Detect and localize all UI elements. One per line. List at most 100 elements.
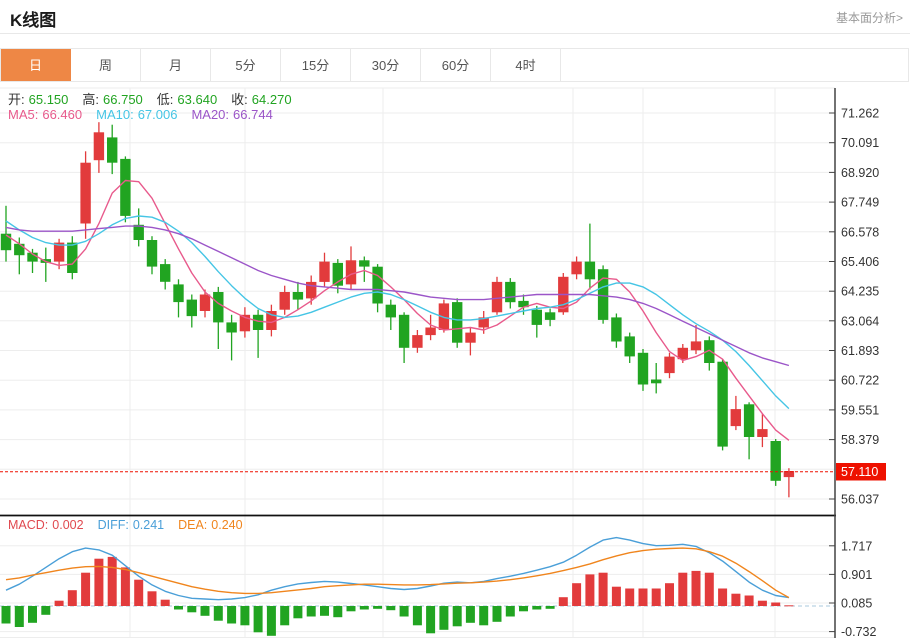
candle <box>571 262 581 275</box>
macd-bar <box>280 606 289 625</box>
macd-bar <box>731 594 740 606</box>
macd-bar <box>692 571 701 606</box>
macd-bar <box>254 606 263 632</box>
price-axis-label: 61.893 <box>841 344 879 358</box>
close-value: 64.270 <box>252 92 292 107</box>
dea-value: 0.240 <box>211 518 242 532</box>
macd-bar <box>386 606 395 610</box>
candle <box>425 328 435 336</box>
candle <box>399 315 409 348</box>
candle <box>94 132 104 160</box>
macd-bar <box>639 589 648 607</box>
candle <box>173 284 183 302</box>
macd-bar <box>665 583 674 606</box>
macd-bar <box>201 606 210 616</box>
macd-bar <box>134 580 143 606</box>
macd-bar <box>625 589 634 607</box>
ma20-line <box>6 226 789 365</box>
kline-page: 71.26270.09168.92067.74966.57865.40664.2… <box>0 0 910 641</box>
macd-bar <box>214 606 223 621</box>
candle <box>625 336 635 356</box>
ma20-label: MA20: <box>191 107 229 122</box>
macd-bar <box>546 606 555 609</box>
candle <box>585 262 595 280</box>
candle <box>545 312 555 320</box>
ma5-label: MA5: <box>8 107 38 122</box>
macd-axis-label: -0.732 <box>841 625 876 639</box>
price-axis-label: 58.379 <box>841 433 879 447</box>
macd-bar <box>108 557 117 606</box>
candle <box>717 362 727 447</box>
macd-bar <box>15 606 24 627</box>
macd-bar <box>758 601 767 606</box>
macd-label: MACD: <box>8 518 48 532</box>
candle <box>160 264 170 282</box>
candle <box>731 409 741 426</box>
price-axis-label: 65.406 <box>841 255 879 269</box>
macd-bar <box>519 606 528 611</box>
high-label: 高: <box>82 92 99 107</box>
macd-bar <box>240 606 249 625</box>
macd-bar <box>41 606 50 615</box>
candle <box>664 357 674 374</box>
price-axis-label: 71.262 <box>841 107 879 121</box>
macd-bar <box>745 596 754 607</box>
diff-value: 0.241 <box>133 518 164 532</box>
candle <box>452 302 462 343</box>
candle <box>120 159 130 216</box>
ma10-label: MA10: <box>96 107 134 122</box>
macd-bar <box>678 573 687 606</box>
macd-bar <box>161 600 170 606</box>
price-axis-label: 59.551 <box>841 403 879 417</box>
low-label: 低: <box>157 92 174 107</box>
candle <box>359 260 369 266</box>
price-axis-label: 64.235 <box>841 285 879 299</box>
candle <box>253 315 263 330</box>
candle <box>293 292 303 300</box>
candle <box>638 353 648 385</box>
macd-bar <box>718 589 727 607</box>
macd-bar <box>227 606 236 624</box>
candle <box>611 317 621 341</box>
ma10-value: 67.006 <box>138 107 178 122</box>
macd-legend: MACD:0.002DIFF:0.241DEA:0.240 <box>8 518 247 532</box>
macd-bar <box>55 601 64 606</box>
candle <box>147 240 157 267</box>
candle <box>465 333 475 343</box>
candle <box>80 163 90 224</box>
macd-bar <box>466 606 475 623</box>
candle <box>771 441 781 481</box>
macd-bar <box>439 606 448 630</box>
macd-bar <box>320 606 329 616</box>
candle <box>280 292 290 310</box>
candle <box>226 322 236 332</box>
price-axis-label: 68.920 <box>841 166 879 180</box>
price-badge-value: 57.110 <box>841 465 878 479</box>
macd-axis-label: 0.901 <box>841 568 872 582</box>
macd-bar <box>479 606 488 625</box>
macd-bar <box>2 606 11 624</box>
macd-bar <box>559 597 568 606</box>
candle <box>691 341 701 350</box>
macd-bar <box>28 606 37 623</box>
candle <box>187 300 197 317</box>
macd-bar <box>373 606 382 609</box>
candle <box>346 260 356 284</box>
candle <box>200 295 210 312</box>
candle <box>532 310 542 325</box>
candle <box>505 282 515 302</box>
candle <box>67 243 77 273</box>
ohlc-legend: 开:65.150高:66.750低:63.640收:64.270 <box>8 89 296 108</box>
close-label: 收: <box>231 92 248 107</box>
macd-axis-label: 0.085 <box>841 597 872 611</box>
macd-bar <box>652 589 661 607</box>
macd-bar <box>148 591 157 606</box>
macd-bar <box>121 567 130 606</box>
macd-bar <box>532 606 541 610</box>
high-value: 66.750 <box>103 92 143 107</box>
candle <box>744 404 754 437</box>
price-axis-label: 67.749 <box>841 196 879 210</box>
low-value: 63.640 <box>177 92 217 107</box>
macd-value: 0.002 <box>52 518 83 532</box>
macd-bar <box>705 573 714 606</box>
